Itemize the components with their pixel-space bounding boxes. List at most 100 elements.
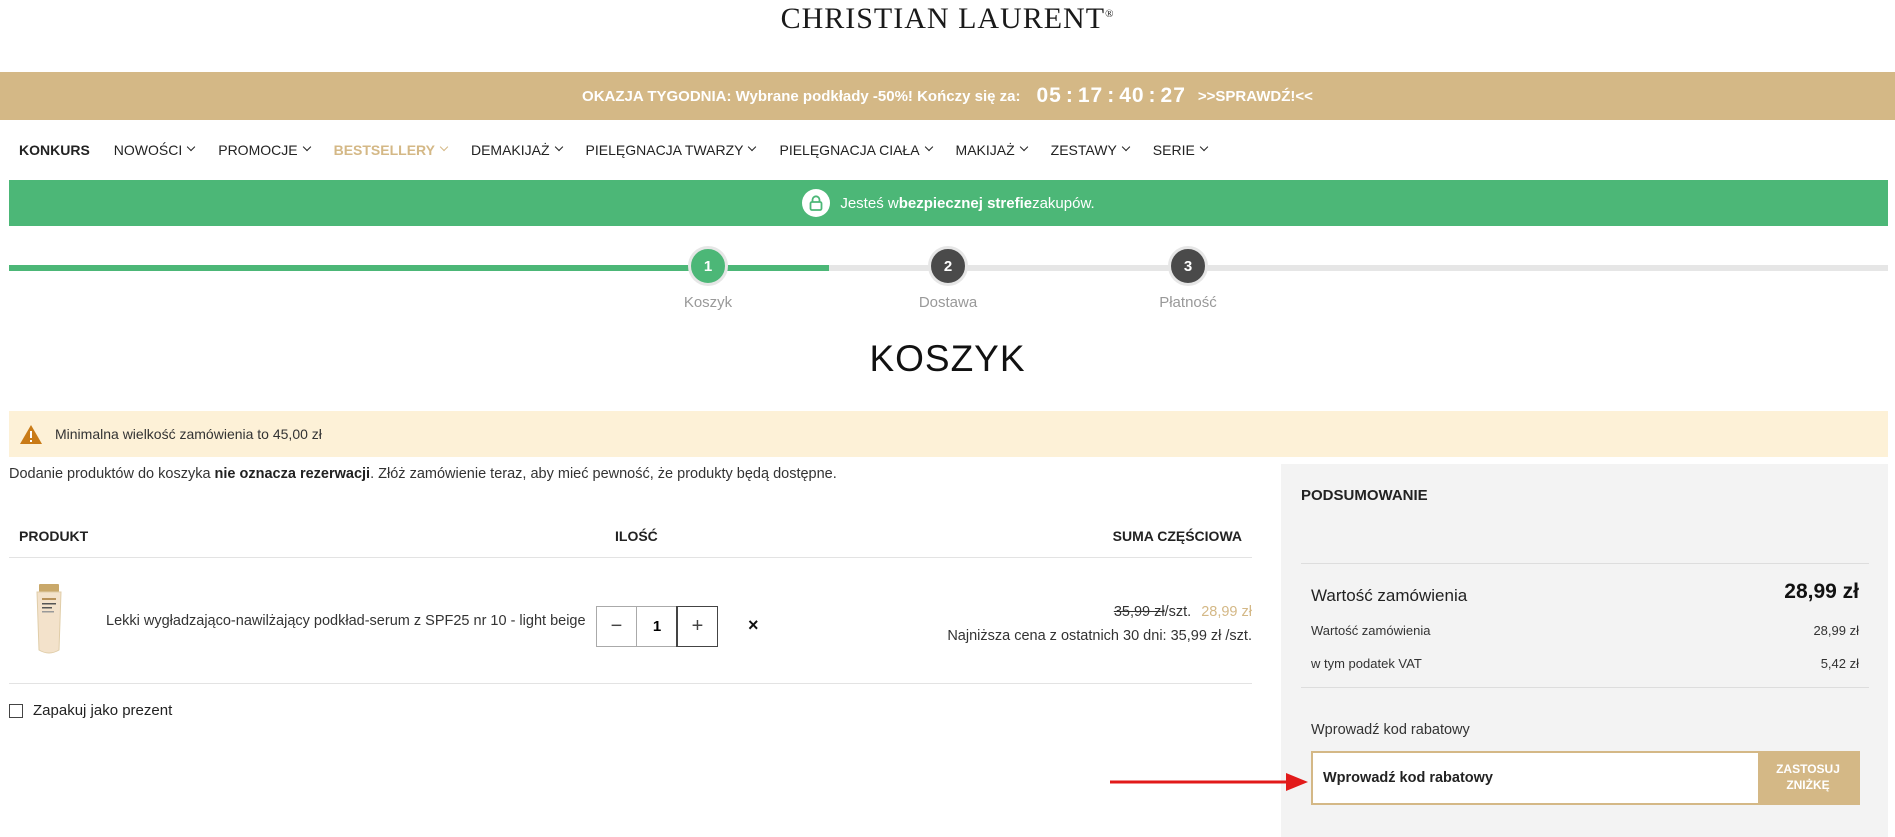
- nav-item-serie[interactable]: SERIE: [1152, 142, 1209, 158]
- product-thumbnail[interactable]: [33, 584, 65, 656]
- chevron-down-icon: [924, 142, 933, 152]
- secure-text-post: zakupów.: [1032, 194, 1095, 212]
- nav-label: NOWOŚCI: [113, 142, 183, 158]
- timer-days: 05: [1036, 84, 1062, 107]
- nav-item-demakijaz[interactable]: DEMAKIJAŻ: [470, 142, 563, 158]
- nav-item-nowosci[interactable]: NOWOŚCI: [113, 142, 196, 158]
- promo-text: OKAZJA TYGODNIA: Wybrane podkłady -50%! …: [582, 87, 1021, 105]
- step-number: 1: [688, 246, 728, 286]
- product-name[interactable]: Lekki wygładzająco-nawilżający podkład-s…: [106, 613, 586, 629]
- decrease-quantity-button[interactable]: −: [597, 607, 637, 646]
- page-title: KOSZYK: [869, 338, 1026, 379]
- gift-wrap-label: Zapakuj jako prezent: [33, 702, 173, 719]
- nav-item-bestsellery[interactable]: BESTSELLERY: [333, 142, 449, 158]
- nav-label: SERIE: [1152, 142, 1195, 158]
- brand-logo[interactable]: CHRISTIAN LAURENT®: [0, 0, 1895, 36]
- column-header-quantity: ILOŚĆ: [615, 528, 658, 544]
- notice-bold: nie oznacza rezerwacji: [214, 466, 371, 482]
- nav-item-makijaz[interactable]: MAKIJAŻ: [955, 142, 1028, 158]
- warning-text: Minimalna wielkość zamówienia to 45,00 z…: [55, 426, 322, 442]
- secure-text-pre: Jesteś w: [840, 194, 899, 212]
- old-price: 35,99 zł: [1113, 604, 1165, 620]
- main-navigation: KONKURS NOWOŚCI PROMOCJE BESTSELLERY DEM…: [0, 120, 1895, 180]
- nav-label: PIELĘGNACJA TWARZY: [585, 142, 744, 158]
- red-arrow-annotation: [1110, 773, 1308, 791]
- apply-discount-line2: ZNIŻKĘ: [1786, 778, 1830, 792]
- summary-totals: Wartość zamówienia 28,99 zł Wartość zamó…: [1301, 563, 1869, 688]
- secure-zone-banner: Jesteś w bezpiecznej strefie zakupów.: [9, 180, 1888, 226]
- chevron-down-icon: [1121, 142, 1131, 152]
- brand-logo-text: CHRISTIAN LAURENT: [780, 2, 1106, 35]
- chevron-down-icon: [439, 142, 449, 152]
- promo-banner[interactable]: OKAZJA TYGODNIA: Wybrane podkłady -50%! …: [0, 72, 1895, 120]
- apply-discount-button[interactable]: ZASTOSUJ ZNIŻKĘ: [1758, 753, 1858, 803]
- increase-quantity-button[interactable]: +: [676, 606, 718, 647]
- promo-link[interactable]: >>SPRAWDŹ!<<: [1198, 88, 1313, 105]
- gift-wrap-option[interactable]: Zapakuj jako prezent: [9, 702, 172, 719]
- nav-label: PIELĘGNACJA CIAŁA: [779, 142, 920, 158]
- notice-post: . Złóż zamówienie teraz, aby mieć pewnoś…: [370, 466, 837, 482]
- price-unit: /szt.: [1164, 604, 1192, 620]
- registered-mark: ®: [1105, 8, 1115, 20]
- vat-label: w tym podatek VAT: [1311, 656, 1422, 671]
- reservation-notice: Dodanie produktów do koszyka nie oznacza…: [9, 466, 837, 482]
- timer-hours: 17: [1077, 84, 1104, 107]
- step-koszyk: 1 Koszyk: [648, 246, 768, 311]
- vat-value: 5,42 zł: [1820, 656, 1859, 671]
- min-order-warning: Minimalna wielkość zamówienia to 45,00 z…: [9, 411, 1888, 457]
- nav-label: KONKURS: [19, 142, 90, 158]
- column-header-subtotal: SUMA CZĘŚCIOWA: [1112, 528, 1242, 544]
- lock-icon: [802, 189, 831, 217]
- cart-item-row: Lekki wygładzająco-nawilżający podkład-s…: [9, 560, 1252, 684]
- summary-title: PODSUMOWANIE: [1301, 487, 1428, 504]
- order-total-value: 28,99 zł: [1784, 580, 1859, 603]
- column-header-product: PRODUKT: [19, 528, 89, 544]
- quantity-input[interactable]: [637, 607, 677, 646]
- step-dostawa: 2 Dostawa: [888, 246, 1008, 311]
- countdown-timer: 05:17:40:27: [1036, 84, 1186, 107]
- lowest-price-info: Najniższa cena z ostatnich 30 dni: 35,99…: [947, 628, 1252, 644]
- chevron-down-icon: [554, 142, 563, 152]
- checkout-progress: 1 Koszyk 2 Dostawa 3 Płatność: [9, 246, 1888, 316]
- chevron-down-icon: [1019, 142, 1028, 152]
- nav-label: ZESTAWY: [1050, 142, 1117, 158]
- step-label: Dostawa: [918, 294, 978, 311]
- warning-icon: [20, 424, 42, 444]
- nav-item-konkurs[interactable]: KONKURS: [19, 142, 90, 158]
- nav-item-promocje[interactable]: PROMOCJE: [218, 142, 311, 158]
- nav-item-zestawy[interactable]: ZESTAWY: [1050, 142, 1131, 158]
- step-platnosc: 3 Płatność: [1128, 246, 1248, 311]
- apply-discount-line1: ZASTOSUJ: [1776, 762, 1840, 777]
- order-value: 28,99 zł: [1813, 623, 1859, 638]
- timer-seconds: 27: [1160, 84, 1186, 107]
- order-summary-panel: PODSUMOWANIE Wartość zamówienia 28,99 zł…: [1281, 464, 1888, 837]
- nav-label: DEMAKIJAŻ: [470, 142, 550, 158]
- quantity-stepper: − +: [596, 606, 718, 647]
- nav-label: PROMOCJE: [218, 142, 298, 158]
- chevron-down-icon: [302, 142, 311, 152]
- order-value-label: Wartość zamówienia: [1311, 623, 1431, 638]
- chevron-down-icon: [1199, 142, 1209, 152]
- cart-table-header: PRODUKT ILOŚĆ SUMA CZĘŚCIOWA: [9, 520, 1252, 558]
- chevron-down-icon: [748, 142, 757, 152]
- coupon-label: Wprowadź kod rabatowy: [1311, 722, 1470, 738]
- gift-wrap-checkbox[interactable]: [9, 703, 23, 718]
- timer-minutes: 40: [1119, 84, 1145, 107]
- nav-item-pielegnacja-twarzy[interactable]: PIELĘGNACJA TWARZY: [585, 142, 757, 158]
- order-total-label: Wartość zamówienia: [1311, 586, 1468, 605]
- step-label: Płatność: [1159, 294, 1217, 311]
- nav-label: MAKIJAŻ: [955, 142, 1015, 158]
- remove-item-icon[interactable]: ×: [748, 615, 759, 636]
- coupon-form: ZASTOSUJZNIŻKĘ: [1311, 751, 1860, 805]
- new-price: 28,99 zł: [1201, 604, 1252, 620]
- nav-item-pielegnacja-ciala[interactable]: PIELĘGNACJA CIAŁA: [779, 142, 933, 158]
- nav-label: BESTSELLERY: [333, 142, 435, 158]
- notice-pre: Dodanie produktów do koszyka: [9, 466, 215, 482]
- coupon-code-input[interactable]: [1313, 753, 1758, 803]
- step-label: Koszyk: [683, 294, 733, 311]
- step-number: 3: [1168, 246, 1208, 286]
- secure-text-bold: bezpiecznej strefie: [898, 194, 1033, 212]
- step-number: 2: [928, 246, 968, 286]
- chevron-down-icon: [186, 142, 196, 152]
- item-prices: 35,99 zł/szt. 28,99 zł Najniższa cena z o…: [947, 604, 1252, 644]
